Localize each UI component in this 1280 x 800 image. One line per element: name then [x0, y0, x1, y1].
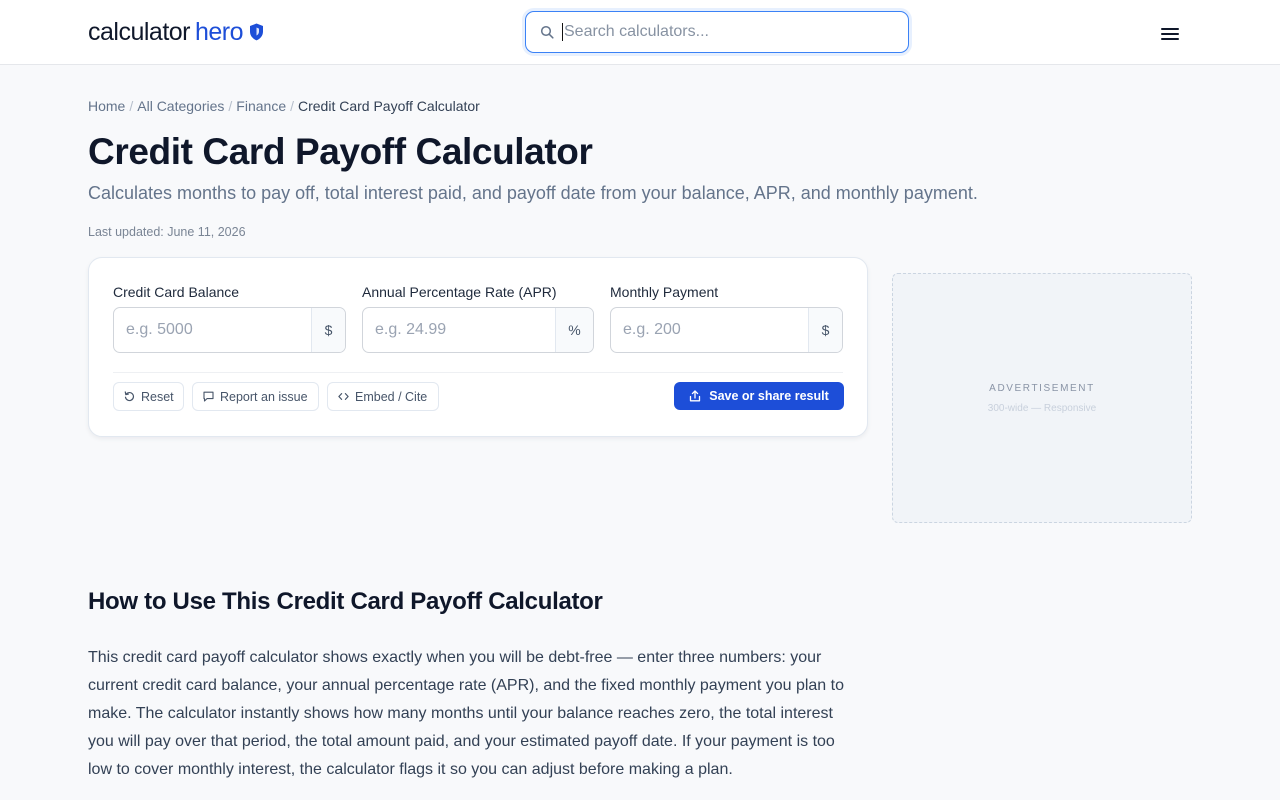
logo-text-calculator: calculator: [88, 17, 191, 46]
breadcrumb-separator: /: [290, 98, 294, 114]
how-to-heading: How to Use This Credit Card Payoff Calcu…: [88, 588, 603, 615]
reset-icon: [124, 391, 134, 402]
advertisement-slot: ADVERTISEMENT 300-wide — Responsive: [892, 273, 1192, 523]
save-share-button[interactable]: Save or share result: [674, 382, 844, 410]
ad-label: ADVERTISEMENT: [989, 383, 1095, 394]
monthly-payment-label: Monthly Payment: [610, 284, 719, 300]
breadcrumb-home[interactable]: Home: [88, 98, 125, 114]
search-bar[interactable]: [525, 11, 909, 53]
breadcrumb-separator: /: [129, 98, 134, 114]
reset-button-label: Reset: [141, 389, 174, 404]
report-issue-label: Report an issue: [220, 389, 308, 404]
balance-input[interactable]: [114, 308, 311, 352]
message-icon: [203, 391, 214, 402]
dollar-unit: $: [808, 308, 842, 352]
monthly-payment-field: Monthly Payment $: [610, 284, 843, 353]
search-input[interactable]: [562, 23, 892, 41]
search-icon: [540, 25, 554, 39]
ad-size-note: 300-wide — Responsive: [987, 403, 1097, 414]
breadcrumb-finance[interactable]: Finance: [236, 98, 286, 114]
page-title: Credit Card Payoff Calculator: [88, 131, 593, 172]
site-logo[interactable]: calculator hero: [88, 17, 264, 47]
breadcrumb-separator: /: [228, 98, 233, 114]
breadcrumb-current: Credit Card Payoff Calculator: [298, 98, 480, 114]
shield-icon: [250, 23, 264, 41]
breadcrumb-all-categories[interactable]: All Categories: [137, 98, 224, 114]
dollar-unit: $: [311, 308, 345, 352]
breadcrumb: Home / All Categories / Finance / Credit Card …: [88, 98, 480, 114]
calculator-card: Credit Card Balance $ Annual Percentage …: [88, 257, 868, 437]
balance-field: Credit Card Balance $: [113, 284, 346, 353]
monthly-payment-input[interactable]: [611, 308, 808, 352]
embed-cite-button[interactable]: Embed / Cite: [327, 382, 439, 411]
logo-text-hero: hero: [195, 17, 244, 46]
balance-label: Credit Card Balance: [113, 284, 240, 300]
apr-input-group: %: [362, 307, 594, 353]
embed-cite-label: Embed / Cite: [355, 389, 428, 404]
code-icon: [338, 393, 349, 400]
save-share-label: Save or share result: [709, 389, 829, 403]
apr-input[interactable]: [363, 308, 555, 352]
report-issue-button[interactable]: Report an issue: [192, 382, 319, 411]
monthly-payment-input-group: $: [610, 307, 843, 353]
page-subtitle: Calculates months to pay off, total inte…: [88, 183, 978, 203]
menu-button[interactable]: [1158, 24, 1182, 44]
balance-input-group: $: [113, 307, 346, 353]
how-to-paragraph: This credit card payoff calculator shows…: [88, 649, 844, 778]
apr-label: Annual Percentage Rate (APR): [362, 284, 557, 300]
share-icon: [690, 390, 701, 402]
reset-button[interactable]: Reset: [113, 382, 184, 411]
top-navigation-bar: calculator hero: [0, 0, 1280, 65]
hamburger-menu-icon: [1161, 28, 1179, 40]
percent-unit: %: [555, 308, 593, 352]
divider: [113, 372, 843, 373]
last-updated: Last updated: June 11, 2026: [88, 225, 246, 239]
apr-field: Annual Percentage Rate (APR) %: [362, 284, 594, 353]
